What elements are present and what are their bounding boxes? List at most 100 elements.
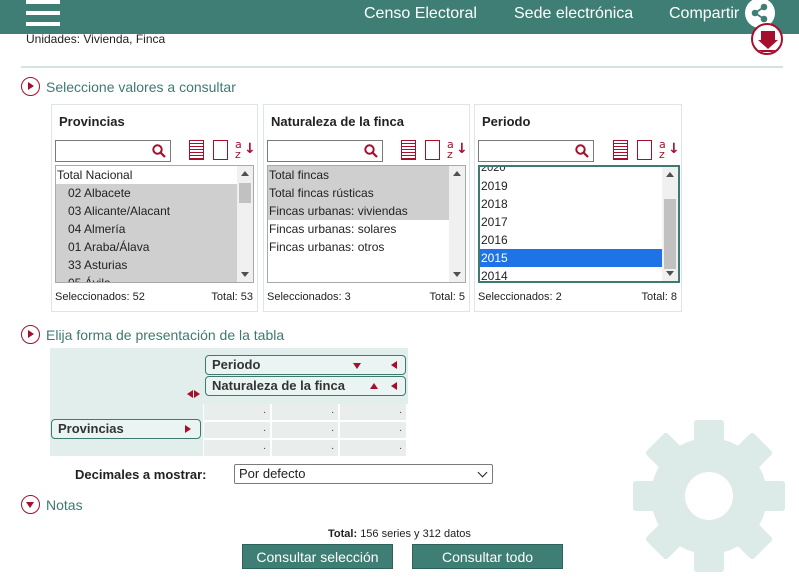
move-left-icon[interactable] (391, 361, 397, 369)
search-icon[interactable] (575, 144, 589, 158)
move-up-icon[interactable] (370, 383, 378, 389)
select-all-icon[interactable] (189, 140, 204, 160)
collapse-icon[interactable] (21, 495, 40, 514)
dim-label: Provincias (58, 421, 124, 436)
layout-corner (50, 348, 205, 400)
list-item[interactable]: Total fincas rústicas (268, 184, 449, 202)
panel-title: Periodo (482, 114, 531, 129)
nav-censo-electoral[interactable]: Censo Electoral (364, 5, 477, 23)
move-right-icon[interactable] (185, 425, 191, 433)
preview-cell: . (204, 440, 270, 456)
preview-cell: . (204, 404, 270, 420)
list-item[interactable]: 02 Albacete (56, 184, 239, 202)
panel-title: Provincias (59, 114, 125, 129)
column-dim-naturaleza[interactable]: Naturaleza de la finca (205, 376, 406, 396)
select-all-icon[interactable] (613, 140, 628, 160)
consult-all-button[interactable]: Consultar todo (412, 544, 563, 569)
nav-sede-electronica[interactable]: Sede electrónica (514, 5, 633, 23)
units-text: Unidades: Vivienda, Finca (26, 32, 166, 46)
preview-cell: . (272, 422, 338, 438)
search-icon[interactable] (364, 144, 378, 158)
list-item[interactable]: Total Nacional (56, 166, 239, 184)
scrollbar[interactable] (662, 167, 678, 281)
move-left-icon[interactable] (391, 382, 397, 390)
options-list[interactable]: Total fincas Total fincas rústicas Finca… (267, 165, 466, 283)
list-item[interactable]: 2016 (480, 231, 662, 249)
sort-az-icon[interactable]: a z ↓ (659, 139, 680, 162)
dim-label: Periodo (212, 357, 261, 372)
sort-az-icon[interactable]: a z ↓ (447, 139, 468, 162)
divider (21, 66, 783, 68)
list-item[interactable]: 05 Ávila (56, 274, 239, 282)
series-count: 156 series y (360, 528, 420, 540)
list-item[interactable]: 2017 (480, 213, 662, 231)
select-all-icon[interactable] (401, 140, 416, 160)
list-item[interactable]: 03 Alicante/Alacant (56, 202, 239, 220)
options-list[interactable]: Total Nacional 02 Albacete 03 Alicante/A… (55, 165, 254, 283)
panel-title: Naturaleza de la finca (271, 114, 404, 129)
total-label: Total: (328, 528, 358, 540)
list-item[interactable]: 2014 (480, 267, 662, 281)
dim-label: Naturaleza de la finca (212, 378, 345, 393)
section-title: Elija forma de presentación de la tabla (46, 326, 285, 343)
deselect-all-icon[interactable] (213, 140, 228, 160)
total-count: Total: 8 (641, 291, 677, 303)
scrollbar[interactable] (237, 166, 253, 282)
column-dim-periodo[interactable]: Periodo (205, 355, 406, 375)
preview-cell: . (204, 422, 270, 438)
list-item[interactable]: 01 Araba/Álava (56, 238, 239, 256)
nav-compartir[interactable]: Compartir (669, 5, 739, 23)
search-input[interactable] (478, 140, 594, 162)
list-item[interactable]: 2020 (480, 167, 662, 177)
list-item[interactable]: 33 Asturias (56, 256, 239, 274)
search-input[interactable] (267, 140, 383, 162)
search-icon[interactable] (152, 144, 166, 158)
variable-panel-periodo: Periodo a z ↓ 2020 2019 2018 2017 2016 201… (474, 104, 682, 312)
menu-icon[interactable] (26, 0, 60, 28)
row-dim-provincias[interactable]: Provincias (51, 419, 201, 439)
preview-cell: . (340, 440, 406, 456)
top-bar: Censo Electoral Sede electrónica Compart… (0, 0, 799, 34)
preview-cell: . (340, 422, 406, 438)
options-list[interactable]: 2020 2019 2018 2017 2016 2015 2014 (478, 165, 680, 283)
list-item[interactable]: Fincas urbanas: solares (268, 220, 449, 238)
section-select-values[interactable]: Seleccione valores a consultar (21, 77, 236, 96)
selected-count: Seleccionados: 52 (55, 291, 145, 303)
consult-selection-button[interactable]: Consultar selección (242, 544, 393, 569)
scrollbar[interactable] (449, 166, 465, 282)
deselect-all-icon[interactable] (637, 140, 652, 160)
expand-icon[interactable] (21, 77, 40, 96)
sort-down-icon[interactable] (353, 363, 361, 369)
download-icon[interactable] (751, 23, 783, 55)
total-count: Total: 5 (429, 291, 465, 303)
preview-cell: . (272, 404, 338, 420)
section-table-layout[interactable]: Elija forma de presentación de la tabla (21, 325, 284, 344)
variable-panel-provincias: Provincias a z ↓ Total Nacional 02 Albacet… (51, 104, 258, 312)
expand-icon[interactable] (21, 325, 40, 344)
sort-az-icon[interactable]: a z ↓ (235, 139, 256, 162)
section-notes[interactable]: Notas (21, 495, 83, 514)
chevron-down-icon (477, 467, 488, 478)
list-item[interactable]: Fincas urbanas: viviendas (268, 202, 449, 220)
gear-icon (633, 420, 785, 572)
list-item[interactable]: 2018 (480, 195, 662, 213)
variable-panel-naturaleza: Naturaleza de la finca a z ↓ Total fincas … (263, 104, 470, 312)
section-title: Seleccione valores a consultar (46, 78, 236, 95)
deselect-all-icon[interactable] (425, 140, 440, 160)
selected-count: Seleccionados: 2 (478, 291, 562, 303)
total-count: Total: 53 (211, 291, 253, 303)
preview-cell: . (340, 404, 406, 420)
selection-summary: Total: 156 series y 312 datos (328, 528, 471, 540)
search-input[interactable] (55, 140, 171, 162)
decimals-select[interactable]: Por defecto (234, 464, 493, 484)
swap-axes-icon[interactable] (187, 390, 201, 398)
list-item[interactable]: Fincas urbanas: otros (268, 238, 449, 256)
selected-count: Seleccionados: 3 (267, 291, 351, 303)
list-item[interactable]: 2015 (480, 249, 662, 267)
decimals-label: Decimales a mostrar: (75, 467, 207, 482)
list-item[interactable]: Total fincas (268, 166, 449, 184)
preview-cell: . (272, 440, 338, 456)
data-count: 312 datos (422, 528, 471, 540)
list-item[interactable]: 2019 (480, 177, 662, 195)
list-item[interactable]: 04 Almería (56, 220, 239, 238)
